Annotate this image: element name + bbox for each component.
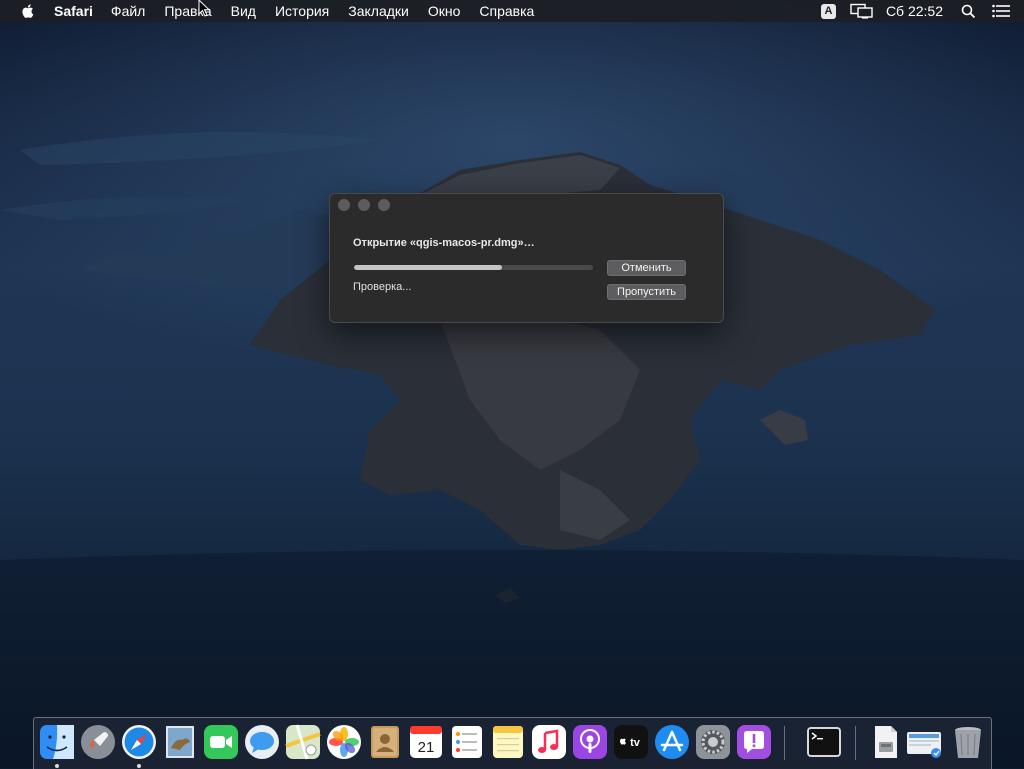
zoom-window-button[interactable]: [378, 199, 390, 211]
facetime-icon[interactable]: [203, 724, 239, 760]
dock: 21 tv: [33, 717, 992, 769]
menu-file[interactable]: Файл: [111, 3, 145, 19]
mail-icon[interactable]: [162, 724, 198, 760]
menu-help[interactable]: Справка: [479, 3, 534, 19]
downloads-stack-icon[interactable]: [906, 724, 942, 760]
input-source-icon[interactable]: A: [820, 3, 836, 19]
calendar-day-label: 21: [418, 739, 435, 756]
finder-running-dot: [55, 764, 59, 768]
cancel-button[interactable]: Отменить: [607, 260, 686, 276]
dock-separator: [855, 726, 856, 760]
menu-clock[interactable]: Сб 22:52: [886, 3, 943, 19]
finder-icon[interactable]: [39, 724, 75, 760]
calendar-icon[interactable]: 21: [408, 724, 444, 760]
mouse-cursor-icon: [198, 0, 210, 17]
progress-bar-fill: [354, 265, 503, 270]
feedback-assistant-icon[interactable]: [736, 724, 772, 760]
display-mirroring-icon[interactable]: [850, 3, 874, 19]
opening-dialog: Открытие «qgis-macos-pr.dmg»… Проверка..…: [329, 193, 724, 323]
dialog-title: Открытие «qgis-macos-pr.dmg»…: [353, 237, 535, 249]
minimize-window-button[interactable]: [358, 199, 370, 211]
menu-extras: A Сб 22:52: [820, 0, 1024, 22]
apple-menu-icon[interactable]: [20, 3, 34, 19]
menu-window[interactable]: Окно: [428, 3, 461, 19]
menu-app-name[interactable]: Safari: [54, 3, 93, 19]
maps-icon[interactable]: [285, 724, 321, 760]
dialog-status: Проверка...: [353, 281, 412, 293]
apple-tv-icon[interactable]: tv: [613, 724, 649, 760]
safari-icon[interactable]: [121, 724, 157, 760]
trash-icon[interactable]: [950, 724, 986, 760]
close-window-button[interactable]: [338, 199, 350, 211]
launchpad-icon[interactable]: [80, 724, 116, 760]
menu-history[interactable]: История: [275, 3, 329, 19]
system-preferences-icon[interactable]: [695, 724, 731, 760]
messages-icon[interactable]: [244, 724, 280, 760]
podcasts-icon[interactable]: [572, 724, 608, 760]
photos-icon[interactable]: [326, 724, 362, 760]
contacts-icon[interactable]: [367, 724, 403, 760]
menu-view[interactable]: Вид: [231, 3, 256, 19]
notes-icon[interactable]: [490, 724, 526, 760]
progress-bar: [354, 265, 593, 270]
music-icon[interactable]: [531, 724, 567, 760]
spotlight-search-icon[interactable]: [961, 4, 976, 19]
reminders-icon[interactable]: [449, 724, 485, 760]
apple-tv-label: tv: [630, 737, 641, 749]
terminal-icon[interactable]: [806, 724, 842, 760]
disk-image-icon[interactable]: [867, 724, 903, 760]
skip-button[interactable]: Пропустить: [607, 284, 686, 300]
menu-bookmarks[interactable]: Закладки: [348, 3, 409, 19]
dock-separator: [784, 726, 785, 760]
app-store-icon[interactable]: [654, 724, 690, 760]
desktop-wallpaper: [0, 0, 1024, 768]
menu-bar: Safari Файл Правка Вид История Закладки …: [0, 0, 1024, 22]
safari-running-dot: [137, 764, 141, 768]
notification-center-icon[interactable]: [992, 4, 1010, 18]
